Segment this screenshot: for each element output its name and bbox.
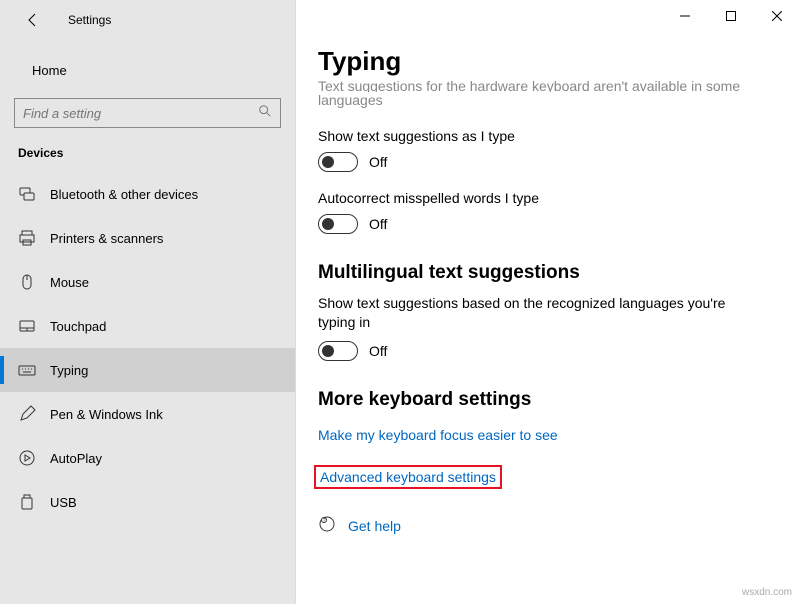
bluetooth-icon	[18, 185, 36, 203]
watermark: wsxdn.com	[742, 587, 792, 598]
nav-label: Pen & Windows Ink	[50, 407, 163, 422]
nav-printers[interactable]: Printers & scanners	[0, 216, 295, 260]
multilingual-heading: Multilingual text suggestions	[318, 262, 780, 284]
autoplay-icon	[18, 449, 36, 467]
toggle-switch[interactable]	[318, 341, 358, 361]
sidebar-section-header: Devices	[0, 142, 295, 172]
app-title: Settings	[68, 13, 111, 27]
printer-icon	[18, 229, 36, 247]
home-label: Home	[32, 63, 67, 78]
minimize-icon	[680, 11, 690, 21]
link-keyboard-focus[interactable]: Make my keyboard focus easier to see	[318, 427, 558, 443]
arrow-left-icon	[25, 12, 41, 28]
toggle-row: Off	[318, 341, 780, 361]
nav-mouse[interactable]: Mouse	[0, 260, 295, 304]
toggle-state: Off	[369, 154, 387, 170]
nav-label: USB	[50, 495, 77, 510]
close-icon	[772, 11, 782, 21]
close-button[interactable]	[754, 0, 800, 32]
toggle-row: Off	[318, 214, 780, 234]
maximize-icon	[726, 11, 736, 21]
nav-label: Mouse	[50, 275, 89, 290]
nav-label: Printers & scanners	[50, 231, 163, 246]
nav-touchpad[interactable]: Touchpad	[0, 304, 295, 348]
svg-text:?: ?	[323, 518, 326, 524]
setting-label: Autocorrect misspelled words I type	[318, 190, 780, 206]
toggle-switch[interactable]	[318, 214, 358, 234]
setting-text-suggestions: Show text suggestions as I type Off	[318, 128, 780, 172]
content-inner: Typing Text suggestions for the hardware…	[296, 0, 800, 538]
pen-icon	[18, 405, 36, 423]
link-advanced-keyboard[interactable]: Advanced keyboard settings	[314, 465, 502, 489]
titlebar: Settings	[0, 0, 295, 40]
nav-label: Touchpad	[50, 319, 106, 334]
help-icon: ?	[318, 515, 336, 538]
sidebar-home[interactable]: Home	[0, 50, 295, 90]
nav-label: Typing	[50, 363, 88, 378]
nav-label: Bluetooth & other devices	[50, 187, 198, 202]
setting-autocorrect: Autocorrect misspelled words I type Off	[318, 190, 780, 234]
usb-icon	[18, 493, 36, 511]
touchpad-icon	[18, 317, 36, 335]
nav-autoplay[interactable]: AutoPlay	[0, 436, 295, 480]
get-help-row[interactable]: ? Get help	[318, 515, 780, 538]
nav-typing[interactable]: Typing	[0, 348, 295, 392]
nav-list: Bluetooth & other devices Printers & sca…	[0, 172, 295, 604]
setting-label: Show text suggestions as I type	[318, 128, 780, 144]
minimize-button[interactable]	[662, 0, 708, 32]
more-keyboard-heading: More keyboard settings	[318, 389, 780, 411]
settings-window: Settings Home Devices Bluetooth & other …	[0, 0, 800, 604]
nav-bluetooth[interactable]: Bluetooth & other devices	[0, 172, 295, 216]
link-get-help[interactable]: Get help	[348, 518, 401, 534]
toggle-row: Off	[318, 152, 780, 172]
window-controls	[662, 0, 800, 32]
mouse-icon	[18, 273, 36, 291]
nav-pen[interactable]: Pen & Windows Ink	[0, 392, 295, 436]
nav-label: AutoPlay	[50, 451, 102, 466]
maximize-button[interactable]	[708, 0, 754, 32]
keyboard-icon	[18, 361, 36, 379]
multilingual-description: Show text suggestions based on the recog…	[318, 294, 758, 333]
toggle-switch[interactable]	[318, 152, 358, 172]
content-pane: Typing Text suggestions for the hardware…	[296, 0, 800, 604]
search-input[interactable]	[23, 106, 258, 121]
search-icon	[258, 104, 272, 123]
search-box[interactable]	[14, 98, 281, 128]
page-title: Typing	[318, 46, 780, 77]
sidebar: Settings Home Devices Bluetooth & other …	[0, 0, 296, 604]
toggle-state: Off	[369, 343, 387, 359]
truncated-description: Text suggestions for the hardware keyboa…	[318, 78, 780, 109]
toggle-state: Off	[369, 216, 387, 232]
back-button[interactable]	[18, 5, 48, 35]
nav-usb[interactable]: USB	[0, 480, 295, 524]
search-container	[0, 90, 295, 142]
